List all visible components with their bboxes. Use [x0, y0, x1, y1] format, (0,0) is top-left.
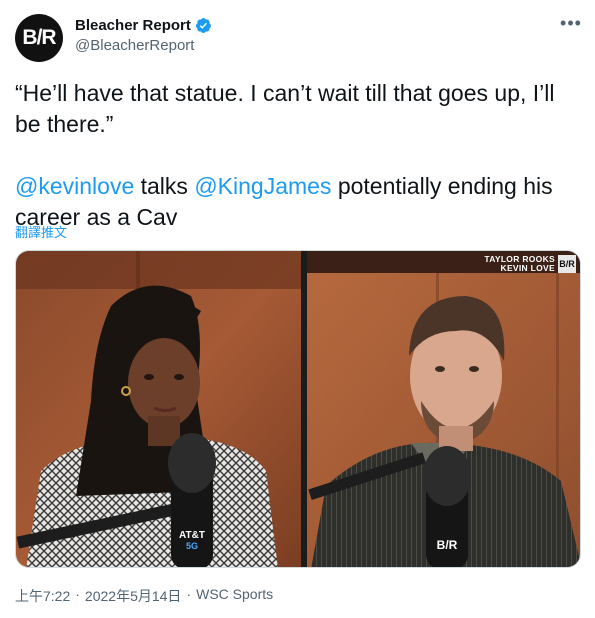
- more-options-icon[interactable]: •••: [559, 14, 583, 36]
- video-media[interactable]: AT&T 5G B/R TAYLOR ROOKS KEVIN LOVE B/R: [15, 250, 581, 568]
- translate-tweet-link[interactable]: 翻譯推文: [15, 222, 67, 241]
- video-frame: AT&T 5G B/R: [16, 251, 580, 567]
- handle[interactable]: @BleacherReport: [75, 37, 212, 54]
- mic2-label: B/R: [437, 538, 458, 552]
- overlay-names: TAYLOR ROOKS KEVIN LOVE: [484, 255, 555, 273]
- verified-badge-icon: [195, 18, 211, 33]
- avatar[interactable]: B/R: [15, 14, 63, 62]
- br-logo-icon: B/R: [558, 255, 576, 273]
- mic-sub: 5G: [186, 541, 198, 551]
- mention-kevinlove[interactable]: @kevinlove: [15, 173, 134, 199]
- tweet-header: B/R Bleacher Report @BleacherReport •••: [15, 14, 583, 64]
- author-names: Bleacher Report @BleacherReport: [75, 17, 212, 54]
- tweet-text-part1: talks: [134, 173, 195, 199]
- tweet-source[interactable]: WSC Sports: [196, 586, 273, 606]
- display-name[interactable]: Bleacher Report: [75, 17, 191, 34]
- meta-separator: ·: [186, 586, 192, 602]
- tweet-text: “He’ll have that statue. I can’t wait ti…: [15, 78, 580, 233]
- tweet-time[interactable]: 上午7:22: [15, 586, 70, 606]
- meta-separator: ·: [75, 586, 80, 602]
- overlay-line2: KEVIN LOVE: [500, 263, 555, 273]
- tweet-quote: “He’ll have that statue. I can’t wait ti…: [15, 80, 555, 137]
- mic-label: AT&T: [179, 530, 205, 541]
- tweet-date[interactable]: 2022年5月14日: [85, 586, 182, 606]
- tweet-body: @kevinlove talks @KingJames potentially …: [15, 171, 580, 233]
- video-overlay: TAYLOR ROOKS KEVIN LOVE B/R: [484, 255, 576, 273]
- author-name-row[interactable]: Bleacher Report: [75, 17, 212, 34]
- tweet-meta: 上午7:22 · 2022年5月14日 · WSC Sports: [15, 586, 273, 606]
- mention-kingjames[interactable]: @KingJames: [194, 173, 331, 199]
